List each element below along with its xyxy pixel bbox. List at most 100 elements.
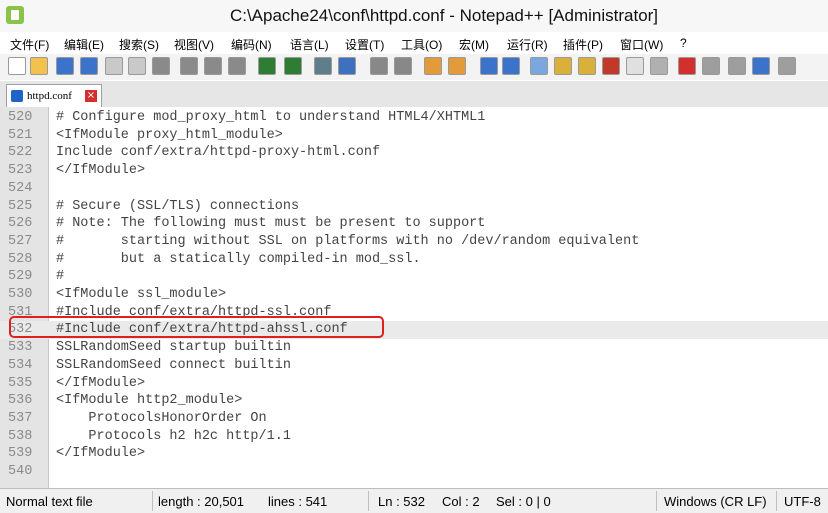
line-text: Include conf/extra/httpd-proxy-html.conf (56, 145, 381, 161)
menu-item[interactable]: 搜索(S) (119, 36, 159, 53)
code-line[interactable]: 530 <IfModule ssl_module> (0, 286, 828, 304)
code-line[interactable]: 522 Include conf/extra/httpd-proxy-html.c… (0, 144, 828, 162)
status-file-type: Normal text file (6, 494, 93, 509)
status-length: length : 20,501 (158, 494, 245, 509)
window-title: C:\Apache24\conf\httpd.conf - Notepad++ … (229, 6, 659, 25)
line-number: 527 (8, 233, 33, 249)
redo-icon[interactable] (284, 57, 302, 75)
line-number: 535 (8, 375, 33, 391)
menu-item[interactable]: 宏(M) (459, 36, 489, 53)
menu-bar: 文件(F) 编辑(E) 搜索(S) 视图(V) 编码(N) 语言(L) 设置(T) 工具(O)… (0, 32, 828, 54)
line-number: 533 (8, 340, 33, 356)
wrap-icon[interactable] (480, 57, 498, 75)
close-all-icon[interactable] (128, 57, 146, 75)
menu-item[interactable]: 文件(F) (10, 36, 49, 53)
code-line[interactable]: 529 # (0, 268, 828, 286)
menu-item[interactable]: 插件(P) (563, 36, 603, 53)
menu-item[interactable]: 编码(N) (231, 36, 272, 53)
line-number: 529 (8, 269, 33, 285)
line-text: ProtocolsHonorOrder On (56, 410, 267, 426)
code-line[interactable]: 521 <IfModule proxy_html_module> (0, 127, 828, 145)
save-icon[interactable] (56, 57, 74, 75)
save-all-icon[interactable] (80, 57, 98, 75)
code-line[interactable]: 538 Protocols h2 h2c http/1.1 (0, 428, 828, 446)
menu-item[interactable]: 编辑(E) (64, 36, 104, 53)
status-line: Ln : 532 (378, 494, 425, 509)
toolbar (0, 54, 828, 80)
zoom-in-icon[interactable] (370, 57, 388, 75)
folder-workspace-icon[interactable] (626, 57, 644, 75)
tab-bar: httpd.conf × (0, 81, 828, 108)
line-text: <IfModule ssl_module> (56, 287, 227, 302)
code-line[interactable]: 525 # Secure (SSL/TLS) connections (0, 198, 828, 216)
record-icon[interactable] (678, 57, 696, 75)
menu-item[interactable]: 视图(V) (174, 36, 214, 53)
save-macro-icon[interactable] (778, 57, 796, 75)
cut-icon[interactable] (180, 57, 198, 75)
line-number: 522 (8, 145, 33, 161)
menu-item[interactable]: 窗口(W) (620, 36, 663, 53)
print-icon[interactable] (152, 57, 170, 75)
line-text: # Secure (SSL/TLS) connections (56, 198, 300, 214)
play-icon[interactable] (728, 57, 746, 75)
line-text: # but a statically compiled-in mod_ssl. (56, 251, 421, 267)
menu-item[interactable]: 语言(L) (290, 36, 329, 53)
close-tab-icon[interactable]: × (85, 90, 97, 102)
all-chars-icon[interactable] (502, 57, 520, 75)
close-icon[interactable] (105, 57, 123, 75)
line-text: # Note: The following must must be prese… (56, 216, 486, 232)
paste-icon[interactable] (228, 57, 246, 75)
open-icon[interactable] (30, 57, 48, 75)
code-line[interactable]: 526 # Note: The following must must be pr… (0, 215, 828, 233)
doc-map-icon[interactable] (578, 57, 596, 75)
menu-item[interactable]: 工具(O) (401, 36, 442, 53)
line-text: </IfModule> (56, 375, 146, 391)
sync-v-icon[interactable] (424, 57, 442, 75)
line-text: Protocols h2 h2c http/1.1 (56, 428, 291, 444)
code-line[interactable]: 523 </IfModule> (0, 162, 828, 180)
line-text: SSLRandomSeed connect builtin (56, 357, 291, 373)
line-text: # Configure mod_proxy_html to understand… (56, 110, 486, 125)
stop-icon[interactable] (702, 57, 720, 75)
function-list-icon[interactable] (602, 57, 620, 75)
code-line[interactable]: 540 (0, 463, 828, 481)
new-icon[interactable] (8, 57, 26, 75)
line-number: 538 (8, 428, 33, 444)
file-icon (11, 90, 23, 102)
copy-icon[interactable] (204, 57, 222, 75)
udl-icon[interactable] (554, 57, 572, 75)
zoom-out-icon[interactable] (394, 57, 412, 75)
line-number: 537 (8, 410, 33, 426)
find-icon[interactable] (314, 57, 332, 75)
code-line[interactable]: 527 # starting without SSL on platforms w… (0, 233, 828, 251)
highlight-annotation-box (9, 316, 384, 338)
code-line[interactable]: 524 (0, 180, 828, 198)
sync-h-icon[interactable] (448, 57, 466, 75)
code-line[interactable]: 533 SSLRandomSeed startup builtin (0, 339, 828, 357)
menu-item[interactable]: 运行(R) (507, 36, 548, 53)
status-bar: Normal text file length : 20,501 lines :… (0, 488, 828, 513)
line-number: 525 (8, 198, 33, 214)
status-lines: lines : 541 (268, 494, 328, 509)
line-number: 526 (8, 216, 33, 232)
status-eol: Windows (CR LF) (664, 494, 767, 509)
tab-httpd-conf[interactable]: httpd.conf × (6, 84, 102, 108)
indent-guide-icon[interactable] (530, 57, 548, 75)
code-line[interactable]: 539 </IfModule> (0, 445, 828, 463)
code-line[interactable]: 528 # but a statically compiled-in mod_ss… (0, 251, 828, 269)
monitor-icon[interactable] (650, 57, 668, 75)
menu-item[interactable]: ? (680, 36, 687, 50)
line-text: </IfModule> (56, 446, 146, 462)
line-number: 523 (8, 163, 33, 179)
line-number: 530 (8, 287, 33, 302)
undo-icon[interactable] (258, 57, 276, 75)
code-line[interactable]: 535 </IfModule> (0, 375, 828, 393)
editor[interactable]: 520 # Configure mod_proxy_html to underst… (0, 107, 828, 488)
code-line[interactable]: 537 ProtocolsHonorOrder On (0, 410, 828, 428)
code-line[interactable]: 520 # Configure mod_proxy_html to underst… (0, 109, 828, 127)
play-multi-icon[interactable] (752, 57, 770, 75)
code-line[interactable]: 536 <IfModule http2_module> (0, 392, 828, 410)
menu-item[interactable]: 设置(T) (345, 36, 384, 53)
replace-icon[interactable] (338, 57, 356, 75)
code-line[interactable]: 534 SSLRandomSeed connect builtin (0, 357, 828, 375)
